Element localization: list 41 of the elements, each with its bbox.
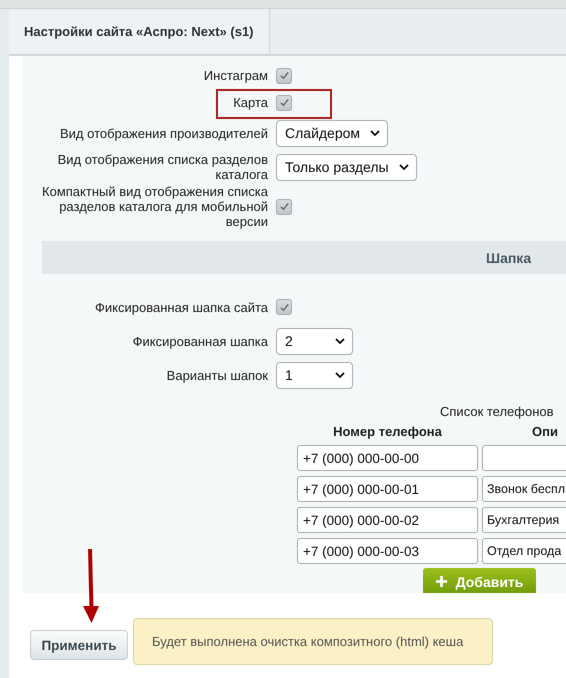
phone-number-field[interactable]: +7 (000) 000-00-01 [297, 476, 478, 502]
field-label: Вид отображения производителей [59, 126, 268, 140]
phone-number-field[interactable]: +7 (000) 000-00-03 [297, 538, 478, 564]
phone-number-field[interactable]: +7 (000) 000-00-02 [297, 507, 478, 533]
description-field[interactable]: Звонок беспл [482, 476, 566, 502]
notice-message: Будет выполнена очистка композитного (html) кеша [133, 618, 493, 664]
arrow-icon [81, 548, 101, 624]
checkmark-icon [278, 97, 290, 108]
field-label: Варианты шапок [166, 368, 268, 382]
chevron-down-icon [335, 338, 345, 344]
checkbox[interactable] [276, 198, 292, 214]
dropdown[interactable]: 2 [276, 328, 353, 354]
field-label: Карта [232, 95, 268, 110]
field-label: Вид отображения списка разделов каталога [56, 152, 268, 182]
description-field[interactable]: Бухгалтерия [482, 507, 566, 533]
checkmark-icon [278, 201, 290, 212]
field-label: Компактный вид отображения списка разделов каталога для мобильной версии [41, 184, 268, 229]
phone-list-title: Список телефонов [440, 404, 555, 419]
field-label: Фиксированная шапка [132, 334, 268, 348]
chevron-down-icon [335, 372, 345, 378]
settings-tab[interactable]: Настройки сайта «Аспро: Next» (s1) [9, 9, 270, 54]
description-field[interactable] [482, 445, 566, 471]
dropdown[interactable]: Слайдером [276, 120, 388, 146]
dropdown[interactable]: Только разделы [276, 154, 417, 180]
dropdown[interactable]: 1 [276, 362, 353, 388]
chevron-down-icon [370, 130, 380, 136]
checkbox[interactable] [276, 94, 292, 110]
column-header: Опи [531, 424, 559, 440]
plus-icon [436, 576, 447, 587]
checkbox[interactable] [276, 299, 292, 315]
checkmark-icon [278, 302, 290, 312]
column-header: Номер телефона [332, 424, 443, 440]
phone-number-field[interactable]: +7 (000) 000-00-00 [297, 445, 478, 471]
chevron-down-icon [398, 164, 409, 170]
apply-button[interactable]: Применить [30, 630, 128, 660]
section-title: Шапка [486, 250, 532, 266]
checkbox[interactable] [276, 68, 292, 84]
description-field[interactable]: Отдел прода [482, 538, 566, 564]
checkmark-icon [278, 70, 290, 81]
field-label: Фиксированная шапка сайта [94, 300, 268, 314]
field-label: Инстаграм [202, 68, 268, 83]
